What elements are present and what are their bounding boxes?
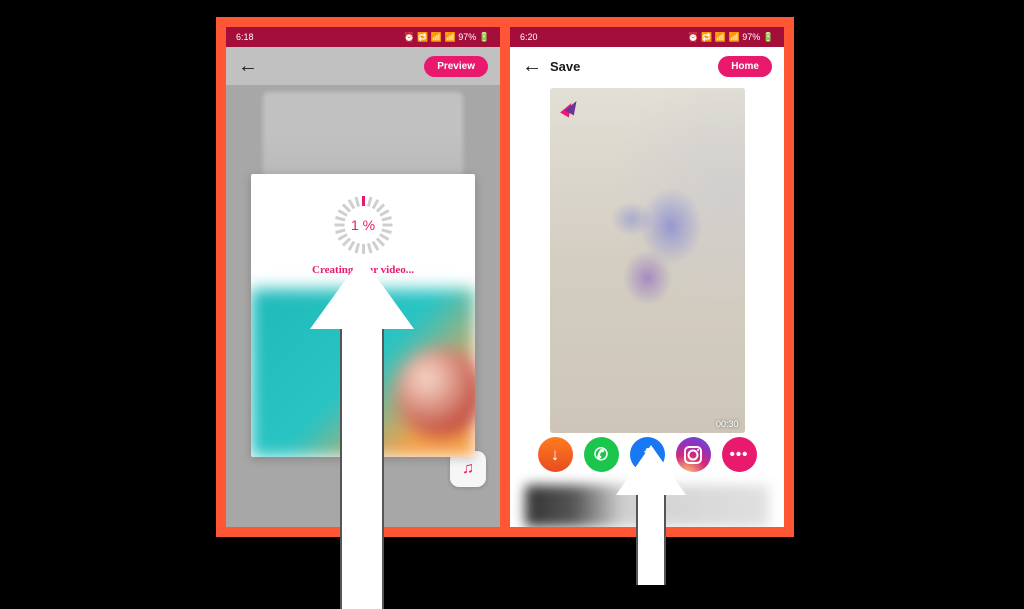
- instagram-icon: [684, 446, 702, 464]
- app-bar: ← Preview: [226, 47, 500, 85]
- progress-modal: 1 % Creating your video...: [251, 174, 475, 457]
- share-row: ↓ ✆ f •••: [510, 437, 784, 472]
- creating-label: Creating your video...: [312, 264, 414, 276]
- back-icon[interactable]: ←: [238, 55, 258, 78]
- app-logo-icon: [560, 98, 582, 120]
- facebook-button[interactable]: f: [630, 437, 665, 472]
- download-button[interactable]: ↓: [538, 437, 573, 472]
- tutorial-frame: 6:18 ⏰ 🔁 📶 📶 97% 🔋 ← Preview ♫: [216, 17, 794, 537]
- instagram-button[interactable]: [676, 437, 711, 472]
- status-time: 6:18: [236, 32, 254, 42]
- progress-spinner: 1 %: [334, 196, 392, 254]
- app-bar: ← Save Home: [510, 47, 784, 85]
- back-icon[interactable]: ←: [522, 55, 542, 78]
- more-button[interactable]: •••: [722, 437, 757, 472]
- status-time: 6:20: [520, 32, 538, 42]
- status-bar: 6:20 ⏰ 🔁 📶 📶 97% 🔋: [510, 27, 784, 47]
- video-preview[interactable]: 00:30: [550, 88, 745, 433]
- preview-button[interactable]: Preview: [424, 56, 488, 77]
- footer-ad: [525, 485, 769, 527]
- phone-screen-save: 6:20 ⏰ 🔁 📶 📶 97% 🔋 ← Save Home 00:30 ↓ ✆…: [510, 27, 784, 527]
- status-icons: ⏰ 🔁 📶 📶 97% 🔋: [403, 32, 490, 43]
- status-bar: 6:18 ⏰ 🔁 📶 📶 97% 🔋: [226, 27, 500, 47]
- ad-area: [251, 289, 475, 457]
- status-icons: ⏰ 🔁 📶 📶 97% 🔋: [687, 32, 774, 43]
- page-title: Save: [550, 59, 580, 74]
- progress-percent: 1 %: [334, 196, 392, 254]
- phone-screen-creating: 6:18 ⏰ 🔁 📶 📶 97% 🔋 ← Preview ♫: [226, 27, 500, 527]
- video-duration: 00:30: [716, 419, 739, 429]
- home-button[interactable]: Home: [718, 56, 772, 77]
- whatsapp-button[interactable]: ✆: [584, 437, 619, 472]
